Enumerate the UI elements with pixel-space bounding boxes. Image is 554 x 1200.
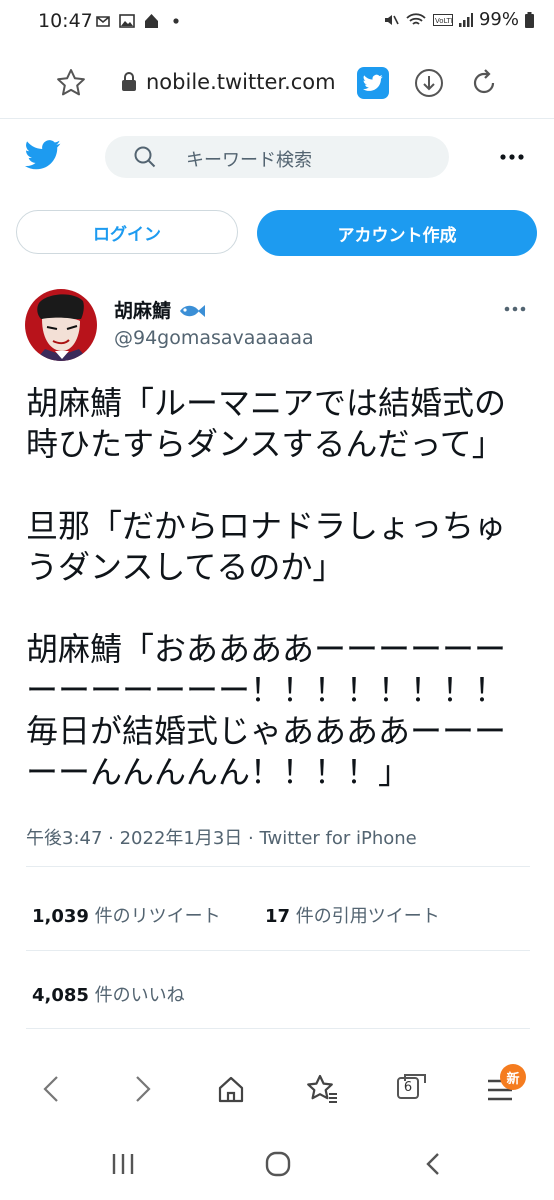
recents-icon[interactable] [110, 1152, 136, 1176]
retweets-count: 1,039 [32, 906, 89, 927]
battery-icon [525, 11, 534, 28]
divider [26, 1028, 530, 1029]
likes-stat[interactable]: 4,085 件のいいね [32, 981, 185, 1007]
twitter-logo-icon[interactable] [25, 140, 61, 170]
divider [26, 950, 530, 951]
twitter-bird-small-icon [363, 74, 383, 91]
browser-toolbar [0, 1052, 554, 1130]
status-time: 10:47 [38, 10, 93, 32]
back-icon[interactable] [40, 1074, 62, 1104]
home-icon[interactable] [216, 1074, 246, 1104]
browser-divider [0, 118, 554, 119]
system-back-icon[interactable] [422, 1151, 442, 1177]
display-name[interactable]: 胡麻鯖 [114, 296, 206, 323]
lock-icon [122, 72, 136, 91]
signup-button[interactable]: アカウント作成 [257, 210, 537, 256]
search-placeholder: キーワード検索 [186, 150, 312, 171]
tweet-more-icon[interactable] [504, 306, 526, 312]
display-name-text: 胡麻鯖 [114, 300, 172, 322]
tabs-stack-icon [404, 1074, 426, 1083]
star-icon[interactable] [55, 67, 87, 99]
image-icon [119, 14, 135, 28]
menu-badge: 新 [500, 1064, 526, 1090]
quotes-label: 件の引用ツイート [290, 906, 440, 927]
more-icon[interactable] [500, 154, 524, 160]
likes-count: 4,085 [32, 985, 89, 1006]
status-right: VoLTE 99% [383, 9, 534, 30]
login-button[interactable]: ログイン [16, 210, 238, 254]
avatar[interactable] [25, 289, 97, 361]
forward-icon[interactable] [132, 1074, 154, 1104]
tweet-meta[interactable]: 午後3:47 · 2022年1月3日 · Twitter for iPhone [26, 824, 417, 850]
mute-icon [384, 14, 399, 25]
avatar-illustration [35, 294, 89, 361]
retweets-label: 件のリツイート [88, 906, 221, 927]
home-icon [145, 14, 158, 28]
signal-icon [458, 12, 473, 27]
wifi-icon [406, 12, 426, 25]
twitter-extension-icon[interactable] [357, 67, 389, 99]
url-text[interactable]: nobile.twitter.com [146, 70, 336, 94]
reload-icon[interactable] [468, 67, 500, 99]
retweets-stat[interactable]: 1,039 件のリツイート [32, 902, 221, 928]
quotes-stat[interactable]: 17 件の引用ツイート [265, 902, 440, 928]
user-handle[interactable]: @94gomasavaaaaaa [114, 327, 314, 349]
divider [26, 866, 530, 867]
likes-label: 件のいいね [88, 985, 185, 1006]
quotes-count: 17 [265, 906, 291, 927]
search-icon [134, 146, 156, 168]
bookmarks-icon[interactable] [305, 1073, 339, 1105]
svg-text:VoLTE: VoLTE [435, 17, 453, 25]
fish-icon [179, 305, 205, 317]
download-icon[interactable] [413, 67, 445, 99]
home-circle-icon[interactable] [264, 1150, 292, 1178]
volte-icon: VoLTE [432, 13, 453, 26]
tweet-text: 胡麻鯖「ルーマニアでは結婚式の時ひたすらダンスするんだって」 旦那「だからロナド… [26, 384, 507, 791]
dot-icon [173, 18, 179, 24]
battery-text: 99% [478, 9, 519, 30]
mail-icon [96, 16, 110, 27]
